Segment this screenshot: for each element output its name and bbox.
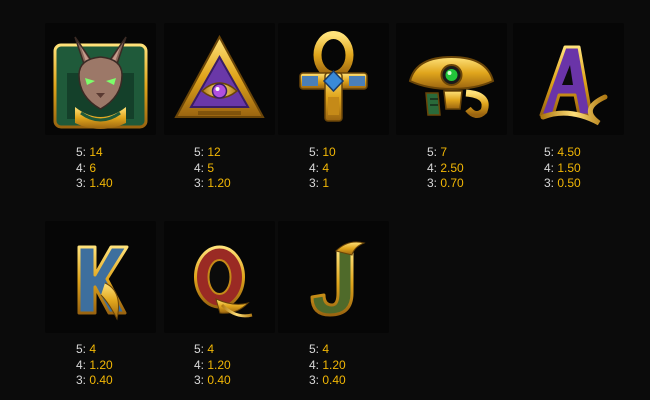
symbol-tile-k: [45, 221, 156, 333]
payout-value: 7: [440, 145, 448, 159]
paytable-ankh: 5: 10 4: 4 3: 1: [309, 145, 336, 192]
symbol-count-label: 3:: [194, 176, 205, 190]
ankh-icon: [299, 31, 368, 122]
letter-k-icon: [77, 245, 129, 321]
payout-value: 2.50: [440, 160, 464, 175]
paytable-k: 5: 4 4: 1.20 3: 0.40: [76, 342, 113, 389]
payout-value: 0.70: [440, 176, 464, 190]
pay-row-3: 3: 1.20: [194, 176, 231, 192]
payout-value: 10: [322, 145, 336, 159]
pay-row-4: 4: 1.20: [194, 358, 231, 374]
pay-row-4: 4: 1.20: [309, 358, 346, 374]
payout-value: 4: [207, 342, 215, 356]
pay-row-5: 5: 4: [194, 342, 231, 358]
paytable-scarab: 5: 7 4: 2.50 3: 0.70: [427, 145, 464, 192]
symbol-count-label: 5:: [427, 145, 438, 159]
symbol-count-label: 4:: [427, 160, 438, 175]
symbol-count-label: 4:: [76, 160, 87, 175]
paytable-eye-pyramid: 5: 12 4: 5 3: 1.20: [194, 145, 231, 192]
payout-value: 4: [89, 342, 97, 356]
symbol-count-label: 5:: [309, 342, 320, 356]
symbol-tile-scarab: [396, 23, 507, 135]
symbol-count-label: 4:: [544, 160, 555, 175]
symbol-count-label: 5:: [194, 342, 205, 356]
symbol-count-label: 4:: [309, 357, 320, 372]
pay-row-3: 3: 0.40: [76, 373, 113, 389]
letter-a-icon: [539, 45, 608, 126]
symbol-count-label: 4:: [194, 357, 205, 372]
pay-row-5: 5: 4: [309, 342, 346, 358]
symbol-count-label: 4:: [76, 357, 87, 372]
pay-row-3: 3: 1: [309, 176, 336, 192]
payout-value: 0.40: [207, 373, 231, 387]
letter-q-icon: [194, 245, 253, 318]
symbol-count-label: 5:: [544, 145, 555, 159]
payout-value: 1.20: [89, 357, 113, 372]
pay-row-3: 3: 0.40: [194, 373, 231, 389]
symbol-tile-cat: [45, 23, 156, 135]
pay-row-5: 5: 12: [194, 145, 231, 161]
pay-row-5: 5: 14: [76, 145, 113, 161]
payout-value: 1.40: [89, 176, 113, 190]
payout-value: 4.50: [557, 145, 581, 159]
pay-row-4: 4: 6: [76, 161, 113, 177]
symbol-count-label: 4:: [194, 160, 205, 175]
symbol-count-label: 3:: [76, 373, 87, 387]
payout-value: 1: [322, 176, 330, 190]
symbol-count-label: 5:: [309, 145, 320, 159]
paytable-j: 5: 4 4: 1.20 3: 0.40: [309, 342, 346, 389]
pay-row-3: 3: 1.40: [76, 176, 113, 192]
paytable-q: 5: 4 4: 1.20 3: 0.40: [194, 342, 231, 389]
symbol-tile-q: [164, 221, 275, 333]
symbol-count-label: 5:: [194, 145, 205, 159]
pay-row-3: 3: 0.50: [544, 176, 581, 192]
symbol-count-label: 3:: [194, 373, 205, 387]
scarab-icon: [408, 55, 495, 118]
payout-value: 1.50: [557, 160, 581, 175]
symbol-count-label: 4:: [309, 160, 320, 175]
paytable-a: 5: 4.50 4: 1.50 3: 0.50: [544, 145, 581, 192]
symbol-tile-eye-pyramid: [164, 23, 275, 135]
pay-row-5: 5: 10: [309, 145, 336, 161]
payout-value: 4: [322, 342, 330, 356]
payout-value: 12: [207, 145, 221, 159]
payout-value: 6: [89, 160, 97, 175]
payout-value: 14: [89, 145, 103, 159]
cat-pharaoh-icon: [53, 36, 148, 129]
pay-row-4: 4: 4: [309, 161, 336, 177]
payout-value: 0.50: [557, 176, 581, 190]
pay-row-5: 5: 7: [427, 145, 464, 161]
symbol-count-label: 3:: [544, 176, 555, 190]
payout-value: 0.40: [322, 373, 346, 387]
pay-row-3: 3: 0.70: [427, 176, 464, 192]
symbol-count-label: 3:: [309, 373, 320, 387]
payout-value: 1.20: [207, 176, 231, 190]
pay-row-5: 5: 4: [76, 342, 113, 358]
symbol-count-label: 3:: [427, 176, 438, 190]
pay-row-4: 4: 1.50: [544, 161, 581, 177]
symbol-count-label: 3:: [309, 176, 320, 190]
payout-value: 1.20: [322, 357, 346, 372]
payout-value: 1.20: [207, 357, 231, 372]
payout-value: 4: [322, 160, 330, 175]
letter-j-icon: [310, 241, 366, 317]
pay-row-5: 5: 4.50: [544, 145, 581, 161]
symbol-count-label: 5:: [76, 145, 87, 159]
symbol-tile-j: [278, 221, 389, 333]
symbol-tile-ankh: [278, 23, 389, 135]
eye-pyramid-icon: [174, 34, 265, 118]
paytable-cat: 5: 14 4: 6 3: 1.40: [76, 145, 113, 192]
symbol-count-label: 3:: [76, 176, 87, 190]
payout-value: 0.40: [89, 373, 113, 387]
pay-row-3: 3: 0.40: [309, 373, 346, 389]
symbol-count-label: 5:: [76, 342, 87, 356]
pay-row-4: 4: 1.20: [76, 358, 113, 374]
payout-value: 5: [207, 160, 215, 175]
pay-row-4: 4: 2.50: [427, 161, 464, 177]
symbol-tile-a: [513, 23, 624, 135]
pay-row-4: 4: 5: [194, 161, 231, 177]
